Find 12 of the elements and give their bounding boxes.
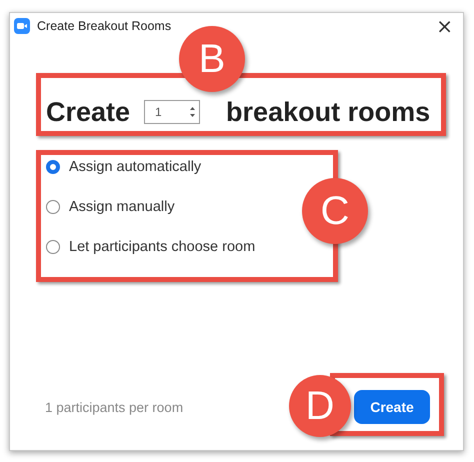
heading-text: Create xyxy=(46,96,130,128)
radio-icon[interactable] xyxy=(46,160,60,174)
radio-icon[interactable] xyxy=(46,240,60,254)
radio-icon[interactable] xyxy=(46,200,60,214)
heading-text: breakout rooms xyxy=(226,96,430,128)
room-count-spinner[interactable]: 1 xyxy=(144,100,200,124)
create-button[interactable]: Create xyxy=(354,390,430,424)
radio-option[interactable]: Assign automatically xyxy=(46,159,463,175)
participants-note: 1 participants per room xyxy=(45,400,184,414)
window-title: Create Breakout Rooms xyxy=(37,19,172,33)
close-button[interactable]: × xyxy=(434,16,455,36)
camera-icon xyxy=(14,18,30,34)
